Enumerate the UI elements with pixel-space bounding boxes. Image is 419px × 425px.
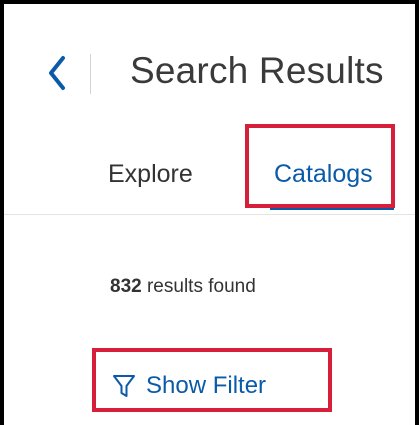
chevron-left-icon (49, 56, 65, 90)
back-button[interactable] (41, 50, 75, 96)
tab-bar-divider (4, 214, 415, 215)
results-count-number: 832 (110, 276, 142, 297)
header-divider (90, 54, 91, 94)
catalogs-tab-highlight (245, 124, 395, 208)
show-filter-highlight (92, 348, 332, 412)
app-window: Search Results Explore Catalogs 832 resu… (0, 0, 419, 425)
page-header: Search Results (4, 4, 415, 140)
tab-explore[interactable]: Explore (108, 154, 193, 194)
page-title: Search Results (130, 50, 384, 91)
results-count-suffix: results found (141, 276, 256, 297)
results-count: 832 results found (110, 276, 256, 298)
